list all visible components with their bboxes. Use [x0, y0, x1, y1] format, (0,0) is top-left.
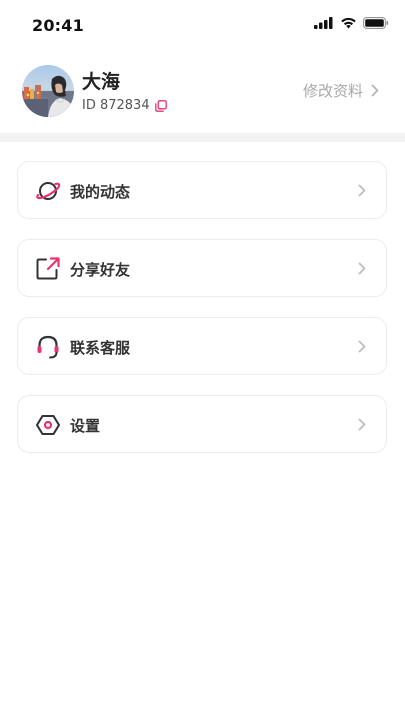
chevron-right-icon [358, 184, 366, 197]
menu-item-settings[interactable]: 设置 [17, 395, 387, 453]
menu-label: 分享好友 [70, 261, 131, 279]
edit-profile-link[interactable]: 修改资料 [303, 80, 379, 101]
user-id-row: ID 872834 [82, 98, 167, 113]
chevron-right-icon [358, 418, 366, 431]
edit-profile-label: 修改资料 [302, 82, 363, 100]
section-divider [0, 133, 405, 142]
menu-label: 联系客服 [70, 339, 131, 357]
wifi-icon [340, 17, 357, 29]
profile-header: 大海 ID 872834 修改资料 [0, 52, 405, 132]
avatar[interactable] [22, 65, 74, 117]
battery-icon [363, 17, 389, 29]
cellular-signal-icon [314, 17, 334, 29]
planet-icon [35, 178, 61, 204]
copy-icon[interactable] [154, 99, 167, 112]
chevron-right-icon [358, 262, 366, 275]
chevron-right-icon [371, 84, 379, 97]
user-id: ID 872834 [82, 98, 150, 113]
menu-label: 我的动态 [70, 183, 131, 201]
menu-item-my-posts[interactable]: 我的动态 [17, 161, 387, 219]
status-time: 20:41 [32, 16, 84, 35]
headset-icon [35, 334, 61, 360]
menu-item-share-friends[interactable]: 分享好友 [17, 239, 387, 297]
status-bar: 20:41 [0, 0, 405, 52]
chevron-right-icon [358, 340, 366, 353]
share-icon [35, 256, 61, 282]
status-icons [314, 17, 389, 29]
user-nickname: 大海 [82, 71, 121, 93]
hexagon-settings-icon [35, 412, 61, 438]
menu-item-customer-service[interactable]: 联系客服 [17, 317, 387, 375]
menu-label: 设置 [70, 417, 101, 435]
